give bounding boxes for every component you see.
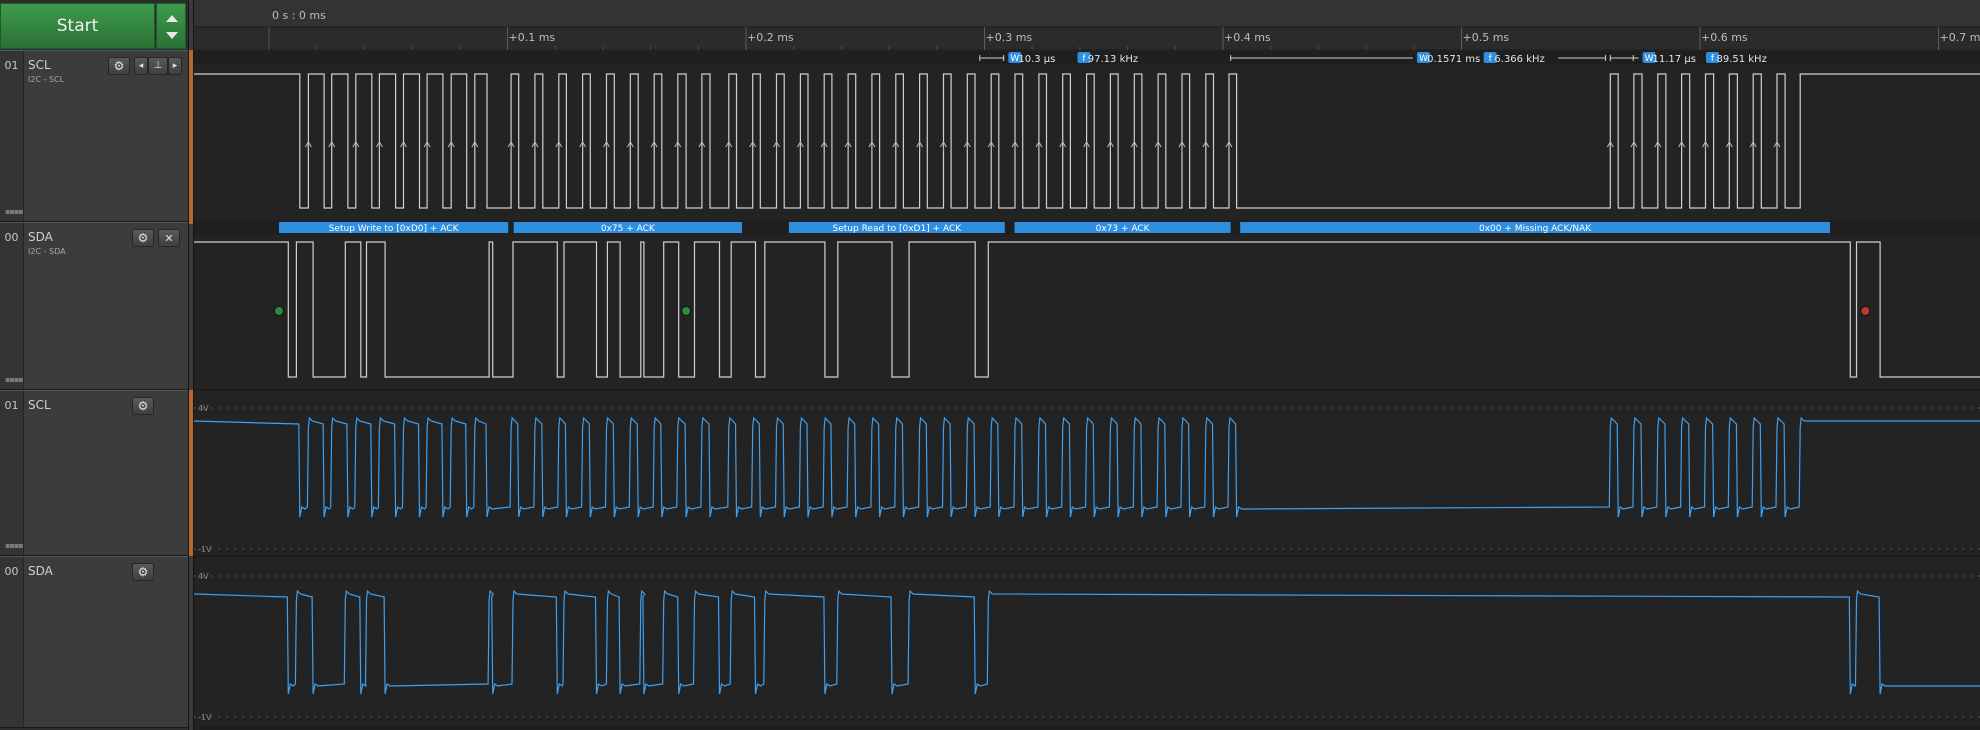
channel-name[interactable]: SDA	[28, 230, 53, 244]
channel-name[interactable]: SDA	[28, 564, 53, 578]
gear-icon: ⚙	[113, 59, 125, 73]
ruler-tick-label: +0.6 ms	[1701, 31, 1748, 44]
decoded-frame-label: 0x00 + Missing ACK/NAK	[1479, 224, 1592, 234]
analog-scale-top: 4V	[198, 404, 209, 413]
trigger-icon: ⊥	[153, 60, 163, 71]
channel-settings-button[interactable]: ⚙	[132, 397, 154, 415]
gear-icon: ⚙	[137, 399, 149, 413]
pulse-width-value: 11.17 μs	[1653, 54, 1696, 65]
channel-color-strip	[189, 390, 193, 556]
trigger-button[interactable]: ⊥	[148, 57, 168, 75]
channel-index: 00	[0, 223, 24, 389]
channel-index: 00	[0, 557, 24, 727]
waveform-view[interactable]: 0 s : 0 ms +0.1 ms +0.2 ms +0.3 ms +0.4 ms +…	[194, 0, 1980, 730]
arrow-left-icon: ◂	[138, 60, 144, 71]
frequency-value: 97.13 kHz	[1088, 54, 1138, 65]
decoded-frame-label: 0x75 + ACK	[601, 224, 656, 234]
drag-handle-icon[interactable]: ▪▪▪▪	[5, 375, 24, 384]
ruler-tick-label: +0.7 ms	[1940, 31, 1980, 44]
start-button[interactable]: Start	[0, 3, 155, 49]
gear-icon: ⚙	[137, 231, 149, 245]
channel-row-sda-digital: 00 SDA I2C - SDA ⚙ ✕ ▪▪▪▪	[0, 222, 188, 390]
frequency-value: 89.51 kHz	[1716, 54, 1766, 65]
ruler-tick-label: +0.5 ms	[1463, 31, 1510, 44]
stop-condition-marker[interactable]	[1860, 306, 1871, 316]
decoded-frame-label: 0x73 + ACK	[1096, 224, 1151, 234]
channel-subtitle: I2C - SDA	[28, 247, 66, 256]
analog-scale-top: 4V	[198, 572, 209, 581]
arrow-down-icon[interactable]	[166, 32, 178, 39]
analog-scale-bottom: -1V	[198, 545, 212, 554]
start-condition-marker[interactable]	[274, 306, 285, 316]
timeline-header[interactable]	[194, 0, 1980, 27]
pulse-width-value: 10.3 μs	[1018, 54, 1055, 65]
ruler-tick-label: +0.4 ms	[1224, 31, 1271, 44]
channel-color-strip	[189, 50, 193, 224]
channel-row-scl-digital: 01 SCL I2C - SCL ⚙ ◂ ⊥ ▸ ▪▪▪▪	[0, 50, 188, 222]
next-edge-button[interactable]: ▸	[168, 57, 182, 75]
close-icon: ✕	[164, 231, 174, 245]
channel-index: 01	[0, 51, 24, 221]
decoded-frame-label: Setup Write to [0xD0] + ACK	[329, 224, 460, 234]
channel-settings-button[interactable]: ⚙	[108, 57, 130, 75]
ruler-tick-label: +0.3 ms	[986, 31, 1033, 44]
gear-icon: ⚙	[137, 565, 149, 579]
prev-edge-button[interactable]: ◂	[134, 57, 148, 75]
pulse-width-value: 0.1571 ms	[1427, 54, 1480, 65]
analog-scale-bottom: -1V	[198, 713, 212, 722]
decoded-frame-label: Setup Read to [0xD1] + ACK	[833, 224, 963, 234]
start-condition-marker[interactable]	[681, 306, 692, 316]
channel-subtitle: I2C - SCL	[28, 75, 65, 84]
channel-name[interactable]: SCL	[28, 58, 51, 72]
ruler-tick-label: +0.1 ms	[509, 31, 556, 44]
channel-settings-button[interactable]: ⚙	[132, 229, 154, 247]
start-options-stepper[interactable]	[156, 3, 186, 49]
close-channel-button[interactable]: ✕	[158, 229, 180, 247]
channel-settings-button[interactable]: ⚙	[132, 563, 154, 581]
ruler-tick-label: +0.2 ms	[747, 31, 794, 44]
channel-name[interactable]: SCL	[28, 398, 51, 412]
arrow-up-icon[interactable]	[166, 15, 178, 22]
arrow-right-icon: ▸	[172, 60, 178, 71]
channel-row-scl-analog: 01 SCL ⚙ ▪▪▪▪	[0, 390, 188, 556]
frequency-value: 6.366 kHz	[1494, 54, 1544, 65]
drag-handle-icon[interactable]: ▪▪▪▪	[5, 541, 24, 550]
drag-handle-icon[interactable]: ▪▪▪▪	[5, 207, 24, 216]
channel-index: 01	[0, 391, 24, 555]
cursor-time-label: 0 s : 0 ms	[272, 9, 326, 22]
channel-row-sda-analog: 00 SDA ⚙	[0, 556, 188, 728]
